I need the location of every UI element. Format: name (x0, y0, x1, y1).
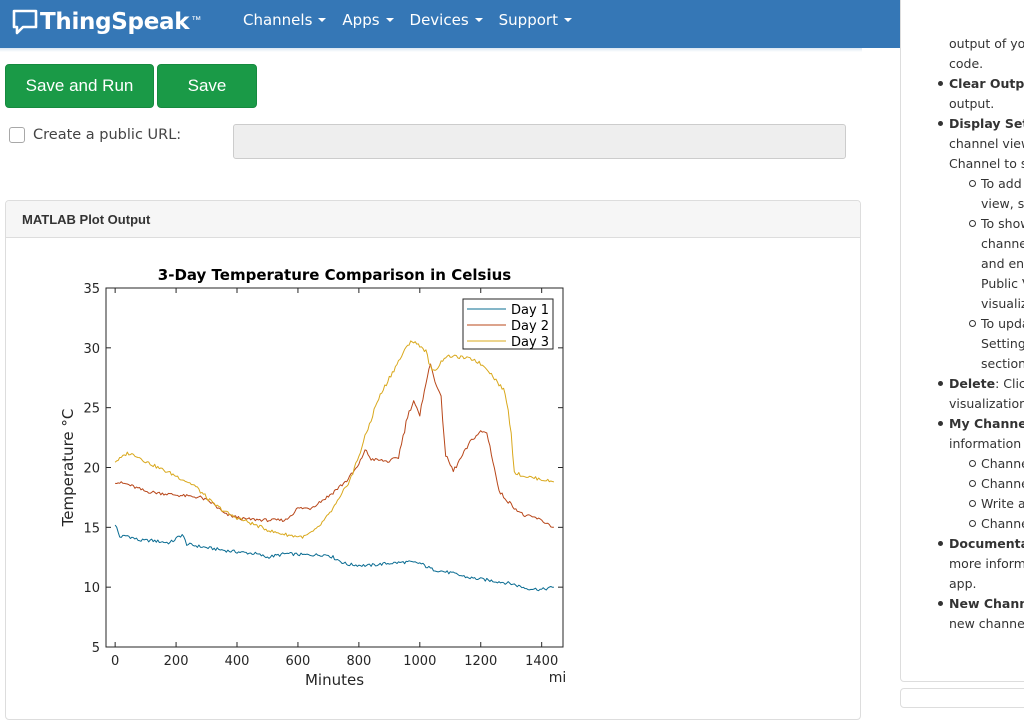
legend-label: Day 1 (511, 303, 549, 318)
help-bullet-title: My Channels (949, 416, 1024, 431)
caret-down-icon (318, 18, 327, 22)
sidebar-lower-panel (900, 688, 1024, 708)
help-content: output of you code. Clear Output output. Dis… (938, 34, 1024, 634)
x-tick-label: 1400 (525, 654, 558, 669)
chart-legend: Day 1Day 2Day 3 (462, 298, 554, 350)
brand-name: ThingSpeak (40, 9, 190, 35)
help-text-line: visualiz (981, 296, 1024, 311)
speech-bubble-icon (12, 9, 38, 35)
y-tick-label: 5 (92, 641, 100, 656)
panel-title: MATLAB Plot Output (6, 201, 860, 238)
help-text-line: output of you (949, 36, 1024, 51)
help-text-line: channe (981, 236, 1024, 251)
temperature-chart: 3-Day Temperature Comparison in Celsius 0… (59, 266, 566, 689)
x-tick-label: 1000 (403, 654, 436, 669)
help-text-line: visualization (949, 396, 1024, 411)
help-text-line: channel view (949, 136, 1024, 151)
nav-support-label: Support (498, 11, 558, 29)
public-url-field[interactable] (233, 124, 846, 159)
help-sub-bullet: To upda (949, 314, 1024, 334)
save-button[interactable]: Save (157, 64, 257, 108)
help-text-line: code. (949, 56, 984, 71)
caret-down-icon (474, 18, 483, 22)
help-sub-bullet: To show (949, 214, 1024, 234)
help-text-line: and ena (981, 256, 1024, 271)
x-axis-unit: min (549, 670, 566, 686)
help-bullet: Delete: Click (938, 374, 1024, 394)
help-sidebar: output of you code. Clear Output output. Dis… (900, 0, 1024, 682)
legend-label: Day 3 (511, 335, 549, 350)
y-tick-label: 10 (83, 581, 100, 596)
help-bullet-title: Documentati (949, 536, 1024, 551)
help-bullet-text: : Click (995, 376, 1024, 391)
help-sub-bullet: Write ar (949, 494, 1024, 514)
y-tick-label: 20 (83, 462, 100, 477)
help-sub-bullet: Channe (949, 454, 1024, 474)
nav-channels[interactable]: Channels (243, 11, 327, 29)
help-bullet: Documentati (938, 534, 1024, 554)
y-tick-label: 35 (83, 282, 100, 297)
legend-label: Day 2 (511, 319, 549, 334)
plot-output-panel: MATLAB Plot Output 3-Day Temperature Com… (5, 200, 861, 720)
help-text-line: output. (949, 96, 995, 111)
nav-support[interactable]: Support (499, 11, 572, 29)
x-tick-label: 200 (164, 654, 189, 669)
help-bullet: New Channel (938, 594, 1024, 614)
x-axis-label: Minutes (305, 671, 364, 689)
help-bullet: Clear Output (938, 74, 1024, 94)
navbar-shadow (0, 48, 862, 52)
public-url-checkbox[interactable] (9, 127, 25, 143)
help-text-line: Settings (981, 336, 1024, 351)
x-tick-label: 1200 (464, 654, 497, 669)
help-bullet: Display Settin (938, 114, 1024, 134)
nav-apps[interactable]: Apps (342, 11, 394, 29)
nav-apps-label: Apps (342, 11, 380, 29)
x-tick-label: 0 (111, 654, 119, 669)
help-text-line: app. (949, 576, 977, 591)
public-url-row: Create a public URL: (9, 127, 181, 143)
thingspeak-logo[interactable]: ThingSpeak ™ (12, 8, 201, 36)
help-bullet: My Channels (938, 414, 1024, 434)
help-text-line: new channel (949, 616, 1024, 631)
x-tick-label: 800 (346, 654, 371, 669)
help-bullet-title: Clear Output (949, 76, 1024, 91)
help-text-line: Public V (981, 276, 1024, 291)
trademark-mark: ™ (191, 14, 202, 26)
caret-down-icon (385, 18, 394, 22)
help-bullet-title: Delete (949, 376, 996, 391)
help-text-line: view, se (981, 196, 1024, 211)
y-tick-label: 15 (83, 521, 100, 536)
chart-title: 3-Day Temperature Comparison in Celsius (158, 266, 511, 284)
nav-devices[interactable]: Devices (410, 11, 483, 29)
help-bullet-title: Display Settin (949, 116, 1024, 131)
save-and-run-button[interactable]: Save and Run (5, 64, 154, 108)
x-tick-label: 600 (286, 654, 311, 669)
y-tick-label: 25 (83, 402, 100, 417)
help-text-line: section (981, 356, 1024, 371)
help-sub-bullet: To add t (949, 174, 1024, 194)
y-tick-label: 30 (83, 342, 100, 357)
main-menu: Channels Apps Devices Support (243, 11, 588, 29)
top-navbar: ThingSpeak ™ Channels Apps Devices Suppor… (0, 0, 1024, 48)
nav-channels-label: Channels (243, 11, 313, 29)
help-text-line: information a (949, 436, 1024, 451)
y-axis-label: Temperature °C (59, 409, 77, 528)
help-text-line: Channel to se (949, 156, 1024, 171)
caret-down-icon (563, 18, 572, 22)
nav-devices-label: Devices (409, 11, 469, 29)
help-text-line: more informa (949, 556, 1024, 571)
public-url-label: Create a public URL: (33, 127, 182, 143)
help-bullet-title: New Channel (949, 596, 1024, 611)
help-sub-bullet: Channe (949, 474, 1024, 494)
x-tick-label: 400 (225, 654, 250, 669)
help-sub-bullet: Channe (949, 514, 1024, 534)
